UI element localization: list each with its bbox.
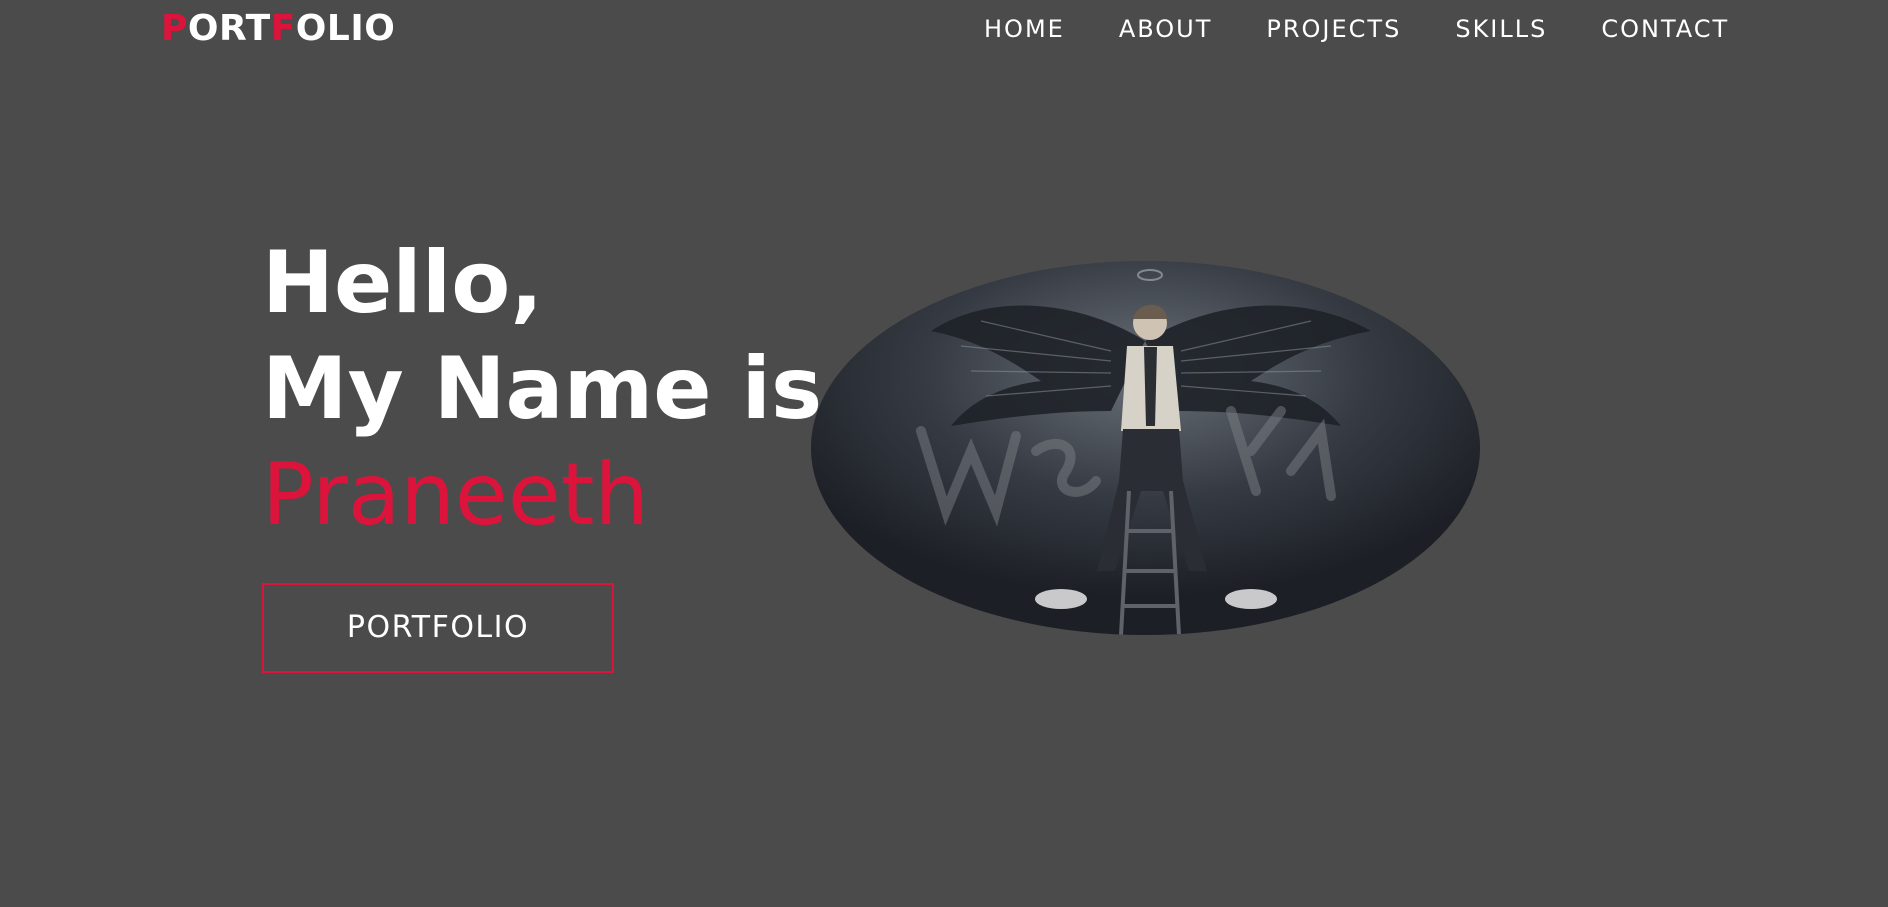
hero-name: Praneeth (262, 445, 649, 545)
hero-greeting: Hello, (262, 233, 544, 333)
nav-skills-link[interactable]: SKILLS (1455, 14, 1547, 44)
page: PORTFOLIO HOME ABOUT PROJECTS SKILLS CON… (0, 0, 1888, 907)
logo[interactable]: PORTFOLIO (161, 9, 395, 49)
profile-illustration (811, 261, 1480, 635)
nav-about-link[interactable]: ABOUT (1119, 14, 1213, 44)
nav-home-link[interactable]: HOME (984, 14, 1065, 44)
logo-letter: O (364, 8, 396, 49)
site-header: PORTFOLIO HOME ABOUT PROJECTS SKILLS CON… (0, 0, 1888, 60)
logo-letter: R (219, 8, 246, 49)
logo-letter: F (270, 8, 296, 49)
hero-intro: My Name is (262, 339, 823, 439)
portfolio-button[interactable]: PORTFOLIO (262, 583, 614, 673)
logo-letter: O (295, 8, 327, 49)
main-nav: HOME ABOUT PROJECTS SKILLS CONTACT (984, 14, 1729, 44)
hero-profile-image (811, 261, 1480, 635)
logo-letter: L (326, 8, 351, 49)
hero-text: Hello, My Name is Praneeth (262, 230, 822, 548)
logo-letter: P (161, 8, 188, 49)
logo-letter: T (245, 8, 271, 49)
nav-projects-link[interactable]: PROJECTS (1266, 14, 1401, 44)
logo-letter: O (187, 8, 219, 49)
logo-letter: I (350, 8, 365, 49)
nav-contact-link[interactable]: CONTACT (1601, 14, 1729, 44)
